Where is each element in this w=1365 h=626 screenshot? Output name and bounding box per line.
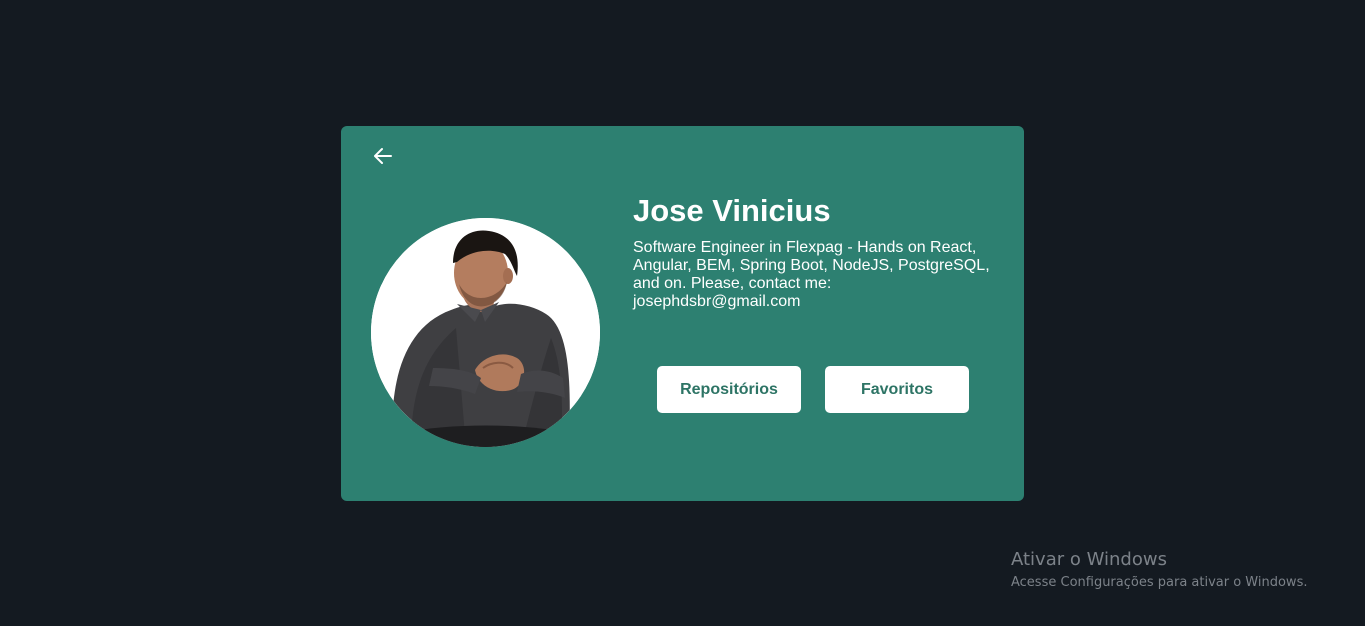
repositories-button[interactable]: Repositórios — [657, 366, 801, 413]
page: Jose Vinicius Software Engineer in Flexp… — [0, 0, 1365, 626]
profile-name: Jose Vinicius — [633, 193, 831, 228]
back-button[interactable] — [371, 144, 395, 168]
arrow-left-icon — [373, 147, 393, 165]
profile-info: Jose Vinicius Software Engineer in Flexp… — [633, 192, 1003, 311]
watermark-subtitle: Acesse Configurações para ativar o Windo… — [1011, 575, 1308, 590]
favorites-button[interactable]: Favoritos — [825, 366, 969, 413]
windows-activation-watermark: Ativar o Windows Acesse Configurações pa… — [1011, 549, 1307, 593]
avatar — [371, 218, 600, 447]
user-photo — [371, 218, 600, 447]
profile-bio: Software Engineer in Flexpag - Hands on … — [633, 239, 990, 310]
watermark-title: Ativar o Windows — [1011, 549, 1167, 570]
profile-card: Jose Vinicius Software Engineer in Flexp… — [341, 126, 1024, 501]
